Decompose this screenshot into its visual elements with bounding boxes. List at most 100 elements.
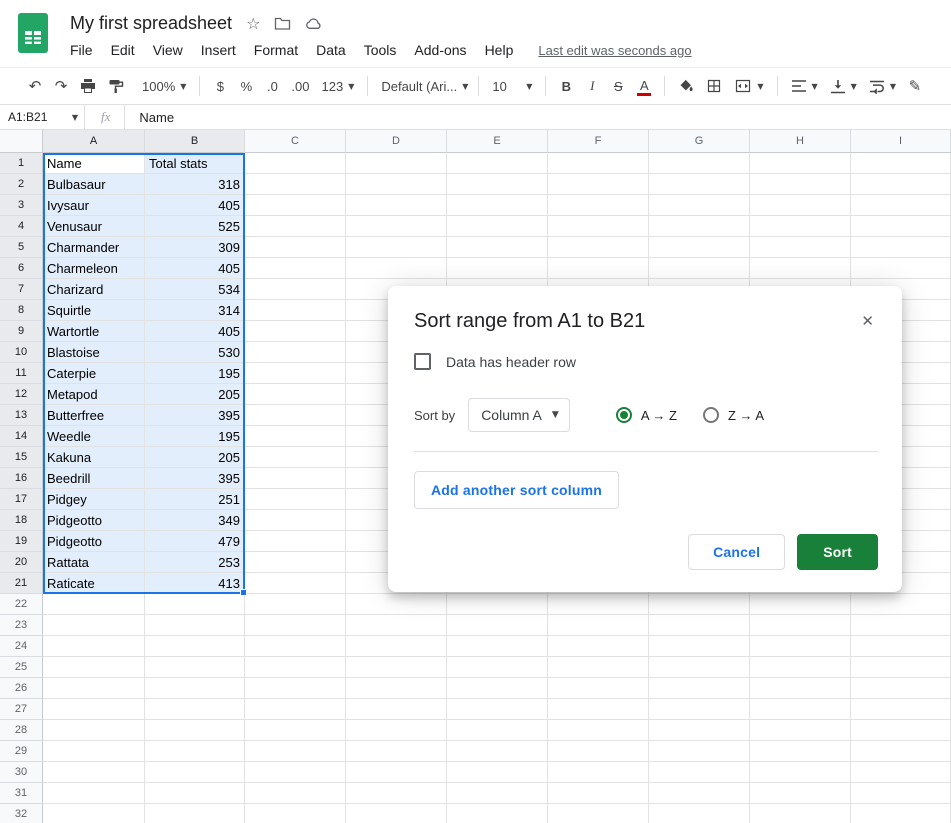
decrease-decimal-button[interactable]: .0	[259, 73, 285, 99]
cell-E4[interactable]	[447, 216, 548, 237]
cell-I4[interactable]	[851, 216, 951, 237]
cell-I31[interactable]	[851, 783, 951, 804]
cell-C11[interactable]	[245, 363, 346, 384]
cell-F23[interactable]	[548, 615, 649, 636]
cell-E6[interactable]	[447, 258, 548, 279]
column-header-E[interactable]: E	[447, 130, 548, 153]
row-header-18[interactable]: 18	[0, 510, 43, 531]
cell-C28[interactable]	[245, 720, 346, 741]
cell-H5[interactable]	[750, 237, 851, 258]
cell-C29[interactable]	[245, 741, 346, 762]
cell-A10[interactable]: Blastoise	[43, 342, 145, 363]
cell-I2[interactable]	[851, 174, 951, 195]
cell-D1[interactable]	[346, 153, 447, 174]
row-header-1[interactable]: 1	[0, 153, 43, 174]
cell-B14[interactable]: 195	[145, 426, 245, 447]
cell-A19[interactable]: Pidgeotto	[43, 531, 145, 552]
cell-B30[interactable]	[145, 762, 245, 783]
cell-E27[interactable]	[447, 699, 548, 720]
cell-E30[interactable]	[447, 762, 548, 783]
cell-A30[interactable]	[43, 762, 145, 783]
cell-C13[interactable]	[245, 405, 346, 426]
row-header-21[interactable]: 21	[0, 573, 43, 594]
cell-D31[interactable]	[346, 783, 447, 804]
text-rotation-button[interactable]: ✎	[902, 73, 928, 99]
cell-H30[interactable]	[750, 762, 851, 783]
row-header-22[interactable]: 22	[0, 594, 43, 615]
cell-E24[interactable]	[447, 636, 548, 657]
cell-E2[interactable]	[447, 174, 548, 195]
cell-D30[interactable]	[346, 762, 447, 783]
cell-C12[interactable]	[245, 384, 346, 405]
merge-cells-button[interactable]: ▼	[728, 73, 769, 99]
font-size-select[interactable]: 10 ▼	[486, 73, 538, 99]
menu-file[interactable]: File	[61, 39, 102, 61]
cell-H4[interactable]	[750, 216, 851, 237]
cell-A4[interactable]: Venusaur	[43, 216, 145, 237]
cell-C20[interactable]	[245, 552, 346, 573]
column-header-H[interactable]: H	[750, 130, 851, 153]
strikethrough-button[interactable]: S	[605, 73, 631, 99]
row-header-15[interactable]: 15	[0, 447, 43, 468]
cell-C7[interactable]	[245, 279, 346, 300]
row-header-20[interactable]: 20	[0, 552, 43, 573]
cell-F22[interactable]	[548, 594, 649, 615]
cell-E3[interactable]	[447, 195, 548, 216]
cell-G22[interactable]	[649, 594, 750, 615]
cell-G23[interactable]	[649, 615, 750, 636]
row-header-28[interactable]: 28	[0, 720, 43, 741]
paint-format-button[interactable]	[102, 73, 130, 99]
cell-D27[interactable]	[346, 699, 447, 720]
cell-F27[interactable]	[548, 699, 649, 720]
radio-descending[interactable]	[702, 407, 719, 423]
cell-A1[interactable]: Name	[43, 153, 145, 174]
cell-A20[interactable]: Rattata	[43, 552, 145, 573]
cell-A28[interactable]	[43, 720, 145, 741]
cell-H1[interactable]	[750, 153, 851, 174]
cancel-button[interactable]: Cancel	[688, 534, 786, 570]
row-header-6[interactable]: 6	[0, 258, 43, 279]
row-header-12[interactable]: 12	[0, 384, 43, 405]
cell-C4[interactable]	[245, 216, 346, 237]
row-header-7[interactable]: 7	[0, 279, 43, 300]
cell-I22[interactable]	[851, 594, 951, 615]
cell-B8[interactable]: 314	[145, 300, 245, 321]
cell-I28[interactable]	[851, 720, 951, 741]
row-header-11[interactable]: 11	[0, 363, 43, 384]
cell-E25[interactable]	[447, 657, 548, 678]
cell-G4[interactable]	[649, 216, 750, 237]
text-color-button[interactable]: A	[631, 73, 657, 99]
cell-G25[interactable]	[649, 657, 750, 678]
cell-G26[interactable]	[649, 678, 750, 699]
cell-B22[interactable]	[145, 594, 245, 615]
cell-A22[interactable]	[43, 594, 145, 615]
row-header-27[interactable]: 27	[0, 699, 43, 720]
cell-H28[interactable]	[750, 720, 851, 741]
cell-A18[interactable]: Pidgeotto	[43, 510, 145, 531]
cell-D23[interactable]	[346, 615, 447, 636]
cell-E26[interactable]	[447, 678, 548, 699]
cell-C30[interactable]	[245, 762, 346, 783]
cell-B28[interactable]	[145, 720, 245, 741]
cell-A5[interactable]: Charmander	[43, 237, 145, 258]
cell-C25[interactable]	[245, 657, 346, 678]
cell-I26[interactable]	[851, 678, 951, 699]
cell-D22[interactable]	[346, 594, 447, 615]
column-header-C[interactable]: C	[245, 130, 346, 153]
row-header-8[interactable]: 8	[0, 300, 43, 321]
cell-B20[interactable]: 253	[145, 552, 245, 573]
cell-G2[interactable]	[649, 174, 750, 195]
cell-C31[interactable]	[245, 783, 346, 804]
row-header-23[interactable]: 23	[0, 615, 43, 636]
add-sort-column-button[interactable]: Add another sort column	[414, 471, 620, 509]
header-row-option[interactable]: Data has header row	[414, 353, 878, 370]
close-icon[interactable]: ✕	[857, 310, 878, 332]
cell-A12[interactable]: Metapod	[43, 384, 145, 405]
cell-B10[interactable]: 530	[145, 342, 245, 363]
cell-A32[interactable]	[43, 804, 145, 823]
menu-insert[interactable]: Insert	[192, 39, 245, 61]
select-all-corner[interactable]	[0, 130, 43, 153]
text-wrap-button[interactable]: ▼	[863, 73, 902, 99]
cell-B21[interactable]: 413	[145, 573, 245, 594]
cell-I30[interactable]	[851, 762, 951, 783]
